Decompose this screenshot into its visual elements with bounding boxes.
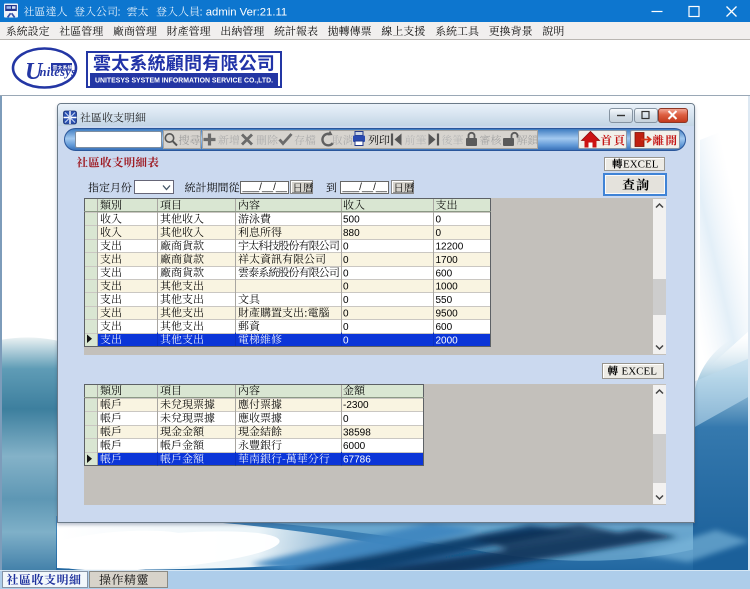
svg-text:1700: 1700 (436, 255, 459, 266)
svg-text:38598: 38598 (343, 427, 371, 438)
svg-text:600: 600 (436, 268, 453, 279)
svg-text:1000: 1000 (436, 282, 459, 293)
svg-text:500: 500 (343, 215, 360, 226)
svg-text:0: 0 (343, 309, 349, 320)
svg-text:67786: 67786 (343, 455, 371, 466)
svg-text:0: 0 (343, 268, 349, 279)
svg-text:EXCEL: EXCEL (623, 159, 659, 171)
svg-text:___/__/__: ___/__/__ (242, 182, 288, 193)
svg-text:0: 0 (343, 282, 349, 293)
svg-text:0: 0 (343, 295, 349, 306)
svg-text::: : (118, 7, 121, 19)
svg-text:0: 0 (343, 242, 349, 253)
svg-text:EXCEL: EXCEL (622, 366, 658, 378)
svg-text:0: 0 (436, 228, 442, 239)
svg-text:: admin Ver:21.11: : admin Ver:21.11 (200, 7, 288, 19)
svg-text:6000: 6000 (343, 441, 366, 452)
svg-text:-2300: -2300 (343, 400, 369, 411)
svg-text:550: 550 (436, 295, 453, 306)
svg-text:880: 880 (343, 228, 360, 239)
svg-text:UNITESYS SYSTEM INFORMATION SE: UNITESYS SYSTEM INFORMATION SERVICE CO.,… (95, 76, 273, 85)
svg-text:9500: 9500 (436, 309, 459, 320)
svg-text:2000: 2000 (436, 335, 459, 346)
svg-text:600: 600 (436, 322, 453, 333)
svg-text:0: 0 (343, 335, 349, 346)
svg-text:0: 0 (343, 255, 349, 266)
svg-text:12200: 12200 (436, 242, 464, 253)
svg-text:0: 0 (343, 414, 349, 425)
svg-text:___/__/__: ___/__/__ (342, 182, 388, 193)
svg-text:0: 0 (436, 215, 442, 226)
svg-text:0: 0 (343, 322, 349, 333)
